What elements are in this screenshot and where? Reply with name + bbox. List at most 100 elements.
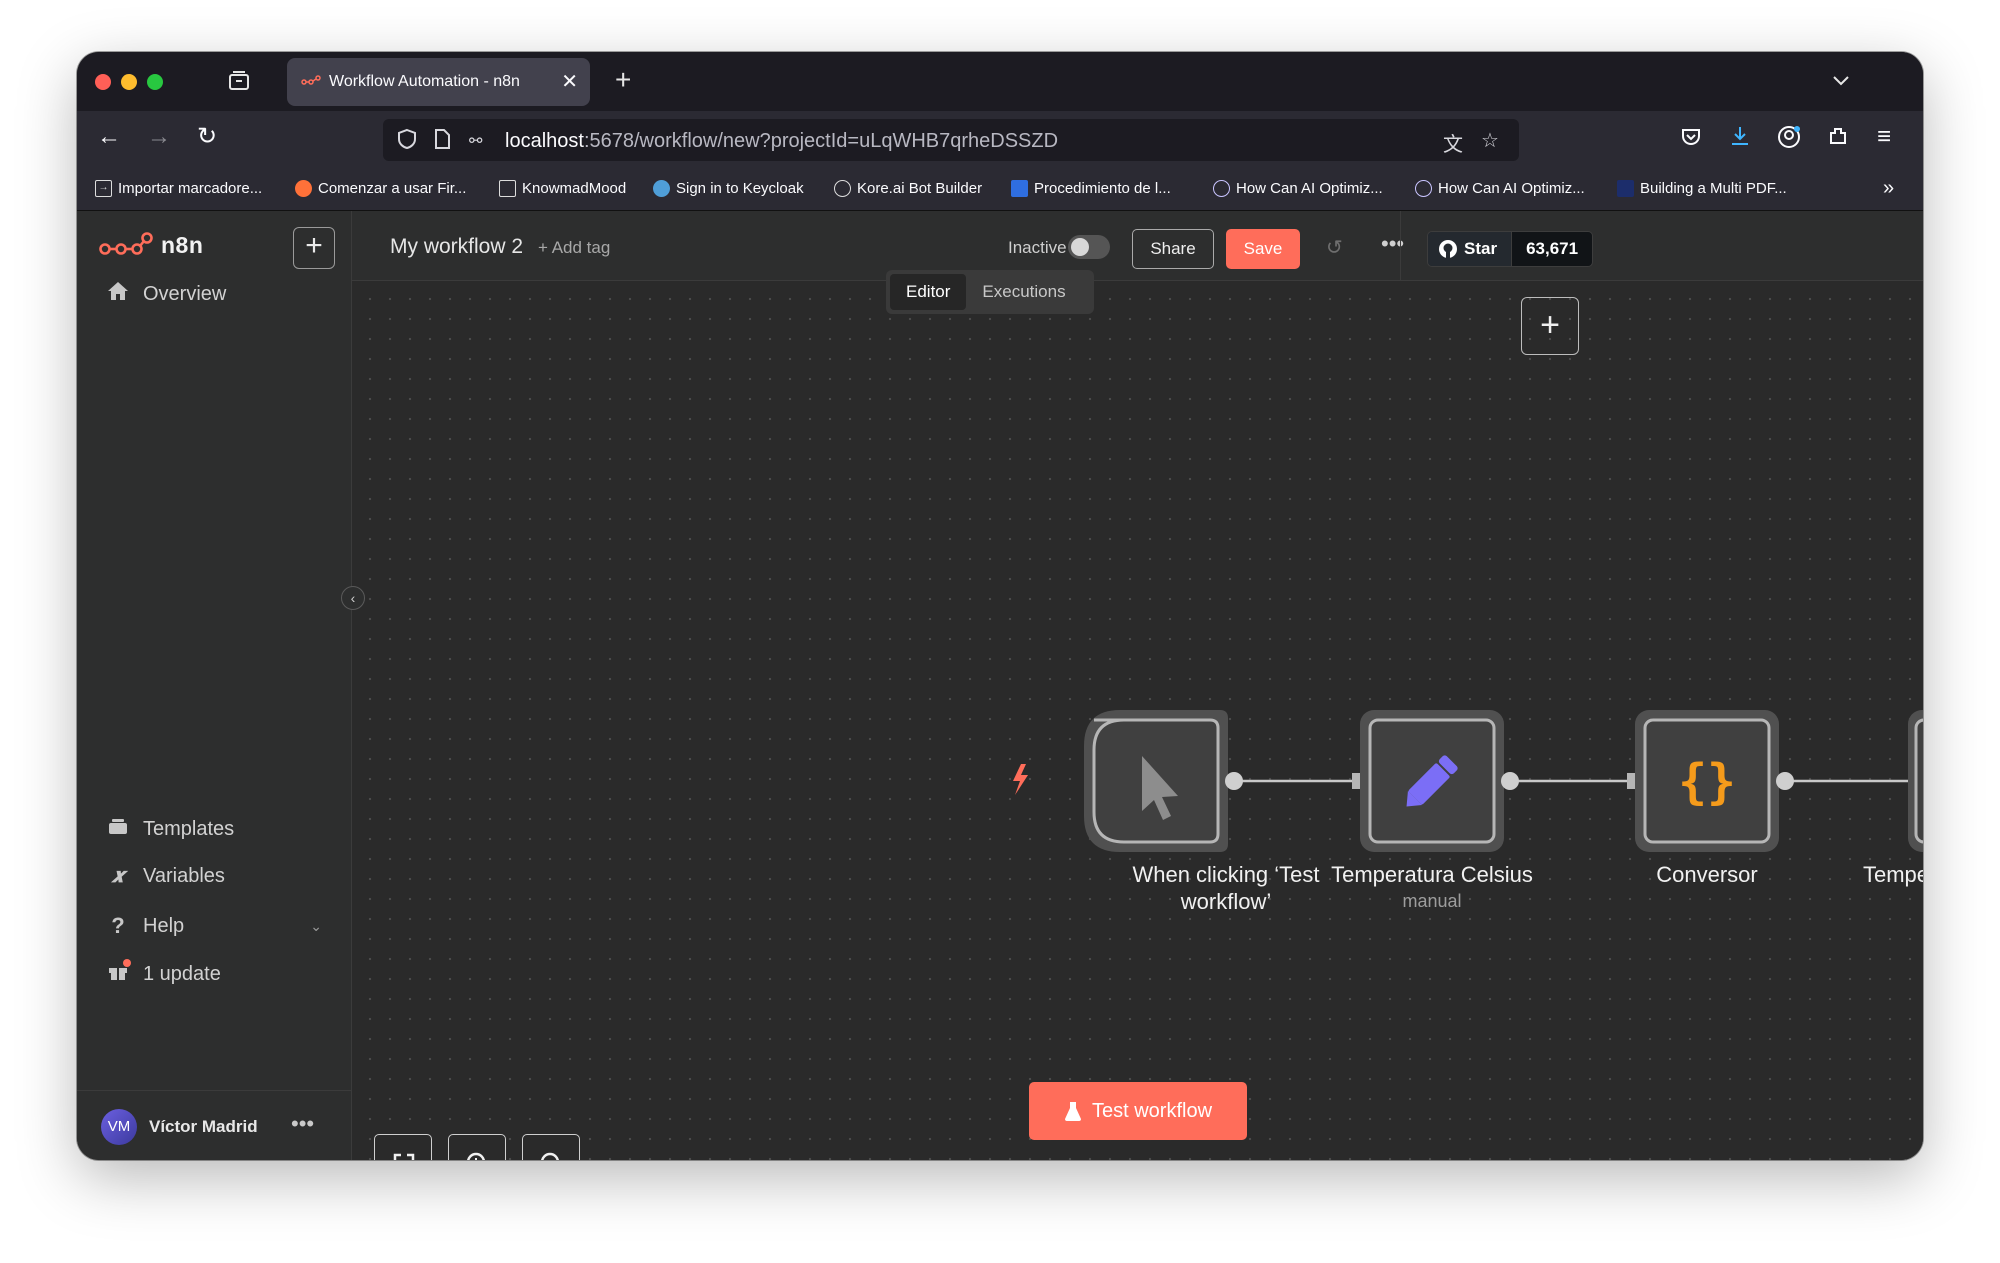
sidebar-item-variables[interactable]: 𝒙 Variables bbox=[107, 865, 225, 888]
header-divider bbox=[1400, 211, 1401, 281]
url-bar[interactable]: ⚯ localhost:5678/workflow/new?projectId=… bbox=[383, 119, 1519, 161]
n8n-logo-icon bbox=[99, 232, 153, 255]
braces-icon: {} bbox=[1678, 754, 1736, 810]
more-bookmarks-icon[interactable]: » bbox=[1883, 177, 1894, 200]
active-tab[interactable]: Workflow Automation - n8n ✕ bbox=[287, 58, 590, 106]
test-workflow-button[interactable]: Test workflow bbox=[1029, 1082, 1247, 1140]
sidebar-item-label: 1 update bbox=[143, 962, 221, 985]
n8n-logo[interactable]: n8n bbox=[99, 231, 203, 259]
output-handle[interactable] bbox=[1225, 772, 1243, 790]
collapse-sidebar-button[interactable]: ‹ bbox=[341, 586, 365, 610]
account-icon[interactable] bbox=[1777, 125, 1801, 154]
workflow-name[interactable]: My workflow 2 bbox=[390, 235, 523, 259]
close-window-button[interactable] bbox=[95, 74, 111, 90]
bookmark-item[interactable]: → Importar marcadore... bbox=[95, 180, 262, 197]
bookmark-item[interactable]: KnowmadMood bbox=[499, 180, 626, 197]
navigation-toolbar: ← → ↻ ⚯ localhost:5678/workflow/new?proj… bbox=[77, 111, 1923, 167]
help-icon: ? bbox=[111, 913, 125, 938]
menu-icon[interactable]: ≡ bbox=[1877, 125, 1891, 149]
bookmark-item[interactable]: Sign in to Keycloak bbox=[653, 180, 804, 197]
node-temperatura-celsius[interactable] bbox=[1352, 710, 1519, 852]
sidebar-item-label: Variables bbox=[143, 865, 225, 887]
hexagon-icon bbox=[1213, 180, 1230, 197]
bookmark-item[interactable]: Procedimiento de l... bbox=[1011, 180, 1171, 197]
browser-window: Workflow Automation - n8n ✕ + ← → ↻ ⚯ lo… bbox=[77, 52, 1923, 1160]
github-star-count: 63,671 bbox=[1511, 232, 1593, 266]
input-handle[interactable] bbox=[1627, 773, 1635, 789]
zoom-out-button[interactable] bbox=[522, 1134, 580, 1160]
save-button[interactable]: Save bbox=[1226, 229, 1300, 269]
sidebar-item-label: Overview bbox=[143, 282, 227, 305]
zoom-out-icon bbox=[540, 1152, 560, 1160]
sidebar: n8n + Overview Templates 𝒙 Variables ? H… bbox=[77, 211, 352, 1160]
bookmark-item[interactable]: How Can AI Optimiz... bbox=[1415, 180, 1585, 197]
workflow-graph: {} bbox=[1013, 710, 1923, 852]
tab-overview-icon[interactable] bbox=[227, 69, 251, 97]
output-handle[interactable] bbox=[1501, 772, 1519, 790]
new-tab-icon[interactable]: + bbox=[615, 66, 631, 94]
avatar[interactable]: VM bbox=[101, 1109, 137, 1145]
user-menu-icon[interactable]: ••• bbox=[291, 1111, 314, 1137]
workflow-header: My workflow 2 + Add tag Inactive Share S… bbox=[352, 211, 1923, 281]
node-manual-trigger[interactable] bbox=[1084, 710, 1243, 852]
maximize-window-button[interactable] bbox=[147, 74, 163, 90]
downloads-icon[interactable] bbox=[1729, 125, 1751, 152]
sidebar-item-label: Templates bbox=[143, 817, 235, 840]
extensions-icon[interactable] bbox=[1827, 125, 1849, 152]
minimize-window-button[interactable] bbox=[121, 74, 137, 90]
keycloak-icon bbox=[653, 180, 670, 197]
output-handle[interactable] bbox=[1776, 772, 1794, 790]
url-text[interactable]: localhost:5678/workflow/new?projectId=uL… bbox=[505, 130, 1058, 153]
bookmark-item[interactable]: Building a Multi PDF... bbox=[1617, 180, 1787, 197]
notification-dot bbox=[123, 959, 131, 967]
active-toggle[interactable] bbox=[1068, 235, 1110, 259]
bookmark-item[interactable]: Kore.ai Bot Builder bbox=[834, 180, 982, 197]
tab-bar: Workflow Automation - n8n ✕ + bbox=[77, 52, 1923, 111]
pocket-icon[interactable] bbox=[1680, 127, 1702, 151]
bookmark-item[interactable]: How Can AI Optimiz... bbox=[1213, 180, 1383, 197]
history-icon[interactable]: ↺ bbox=[1326, 235, 1343, 260]
bookmark-star-icon[interactable]: ☆ bbox=[1481, 128, 1499, 153]
zoom-in-button[interactable] bbox=[448, 1134, 506, 1160]
node-temperatura-partial[interactable] bbox=[1908, 710, 1923, 852]
github-star-button[interactable]: Star 63,671 bbox=[1427, 231, 1594, 267]
permissions-icon[interactable]: ⚯ bbox=[469, 131, 482, 151]
variables-icon: 𝒙 bbox=[111, 865, 125, 887]
reload-icon[interactable]: ↻ bbox=[197, 125, 217, 149]
node-conversor[interactable]: {} bbox=[1627, 710, 1794, 852]
user-bar[interactable]: VM Víctor Madrid ••• bbox=[77, 1090, 352, 1160]
folder-icon bbox=[499, 180, 516, 197]
back-arrow-icon[interactable]: ← bbox=[97, 125, 121, 149]
github-star-label: Star bbox=[1464, 239, 1498, 258]
add-tag-link[interactable]: + Add tag bbox=[538, 238, 610, 258]
user-name: Víctor Madrid bbox=[149, 1117, 258, 1136]
gift-icon bbox=[107, 959, 131, 987]
workflow-canvas[interactable]: Editor Executions + {} When clicking ‘Te… bbox=[352, 270, 1923, 1160]
translate-icon[interactable]: 文 bbox=[1443, 128, 1463, 157]
share-button[interactable]: Share bbox=[1132, 229, 1214, 269]
chevron-down-icon: ⌄ bbox=[310, 917, 322, 934]
input-handle[interactable] bbox=[1352, 773, 1360, 789]
close-tab-icon[interactable]: ✕ bbox=[561, 69, 578, 94]
node-label: Temperatura Celsius bbox=[1331, 862, 1533, 887]
tab-list-chevron-icon[interactable] bbox=[1831, 70, 1851, 92]
node-label: Tempe bbox=[1863, 862, 1923, 887]
sidebar-item-updates[interactable]: 1 update bbox=[107, 959, 221, 987]
bookmark-item[interactable]: Comenzar a usar Fir... bbox=[295, 180, 466, 197]
node-label: Conversor bbox=[1656, 862, 1758, 887]
active-status-label: Inactive bbox=[1008, 238, 1067, 257]
sidebar-item-overview[interactable]: Overview bbox=[107, 281, 226, 307]
logo-text: n8n bbox=[161, 231, 204, 258]
sidebar-item-help[interactable]: ? Help ⌄ bbox=[107, 913, 322, 939]
sidebar-item-templates[interactable]: Templates bbox=[107, 817, 234, 841]
hexagon-icon bbox=[1415, 180, 1432, 197]
github-icon bbox=[1439, 240, 1457, 258]
home-icon bbox=[107, 281, 129, 307]
forward-arrow-icon[interactable]: → bbox=[147, 125, 171, 149]
shield-icon[interactable] bbox=[397, 128, 417, 156]
tab-title: Workflow Automation - n8n bbox=[329, 73, 520, 90]
fit-view-button[interactable] bbox=[374, 1134, 432, 1160]
confluence-icon bbox=[1011, 180, 1028, 197]
page-icon[interactable] bbox=[433, 128, 451, 156]
new-item-button[interactable]: + bbox=[293, 227, 335, 269]
